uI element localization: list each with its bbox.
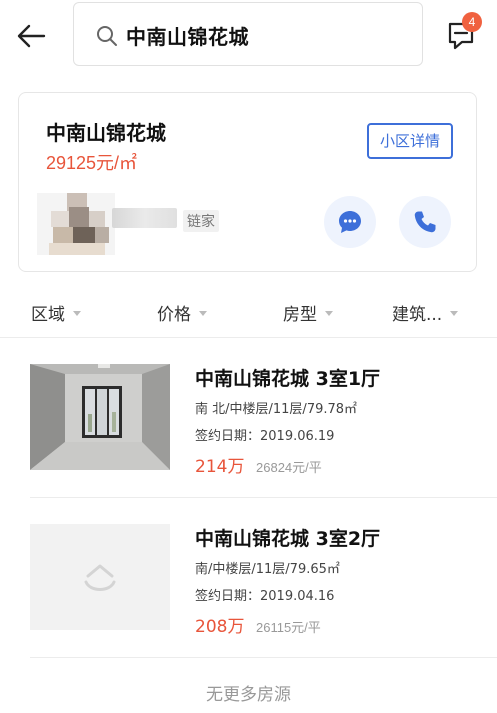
message-icon <box>339 211 361 233</box>
listing-total-price: 208万 <box>195 617 245 637</box>
caret-down-icon <box>199 310 207 316</box>
caret-down-icon <box>325 310 333 316</box>
back-button[interactable] <box>14 18 50 54</box>
community-detail-button[interactable]: 小区详情 <box>367 123 453 159</box>
listing-sign-date: 签约日期：2019.04.16 <box>195 589 335 604</box>
listing-photo-placeholder <box>30 524 170 630</box>
filter-price[interactable]: 价格 <box>157 300 207 325</box>
no-more-listings-text: 无更多房源 <box>206 685 291 705</box>
message-count-badge: 4 <box>462 12 482 32</box>
filter-label: 价格 <box>157 305 191 325</box>
caret-down-icon <box>73 310 81 316</box>
community-name: 中南山锦花城 <box>46 121 166 145</box>
search-icon <box>97 26 117 46</box>
listing-meta: 南/中楼层/11层/79.65㎡ <box>195 562 340 577</box>
filter-label: 房型 <box>283 305 317 325</box>
filter-bar: 区域 价格 房型 建筑... <box>0 290 497 338</box>
listing-total-price: 214万 <box>195 457 245 477</box>
community-price: 29125元/㎡ <box>46 153 138 173</box>
listing-title: 中南山锦花城 3室2厅 <box>195 528 381 550</box>
agent-name-blurred <box>112 208 177 228</box>
divider <box>30 497 497 498</box>
agent-avatar[interactable] <box>37 193 115 255</box>
chat-agent-button[interactable] <box>324 196 376 248</box>
list-item[interactable]: 中南山锦花城 3室1厅 南 北/中楼层/11层/79.78㎡ 签约日期：2019… <box>0 364 497 524</box>
list-item[interactable]: 中南山锦花城 3室2厅 南/中楼层/11层/79.65㎡ 签约日期：2019.0… <box>0 524 497 684</box>
listing-photo <box>30 364 170 470</box>
phone-icon <box>414 211 436 233</box>
top-bar: 中南山锦花城 4 <box>0 0 497 78</box>
listing-sign-date: 签约日期：2019.06.19 <box>195 429 335 444</box>
listing-unit-price: 26824元/平 <box>256 460 322 475</box>
filter-building[interactable]: 建筑... <box>392 300 459 325</box>
listing-title: 中南山锦花城 3室1厅 <box>195 368 381 390</box>
community-card: 中南山锦花城 29125元/㎡ 小区详情 链家 <box>18 92 477 272</box>
back-arrow-icon <box>17 24 46 48</box>
agent-company-tag: 链家 <box>183 210 219 232</box>
caret-down-icon <box>450 310 459 316</box>
listing-unit-price: 26115元/平 <box>256 620 321 635</box>
filter-label: 区域 <box>31 305 65 325</box>
divider <box>30 657 497 658</box>
search-input[interactable]: 中南山锦花城 <box>73 2 423 66</box>
search-query-text[interactable]: 中南山锦花城 <box>126 21 249 50</box>
filter-label: 建筑... <box>392 305 443 325</box>
filter-district[interactable]: 区域 <box>31 300 81 325</box>
filter-layout[interactable]: 房型 <box>283 300 333 325</box>
listing-meta: 南 北/中楼层/11层/79.78㎡ <box>195 402 358 417</box>
call-agent-button[interactable] <box>399 196 451 248</box>
